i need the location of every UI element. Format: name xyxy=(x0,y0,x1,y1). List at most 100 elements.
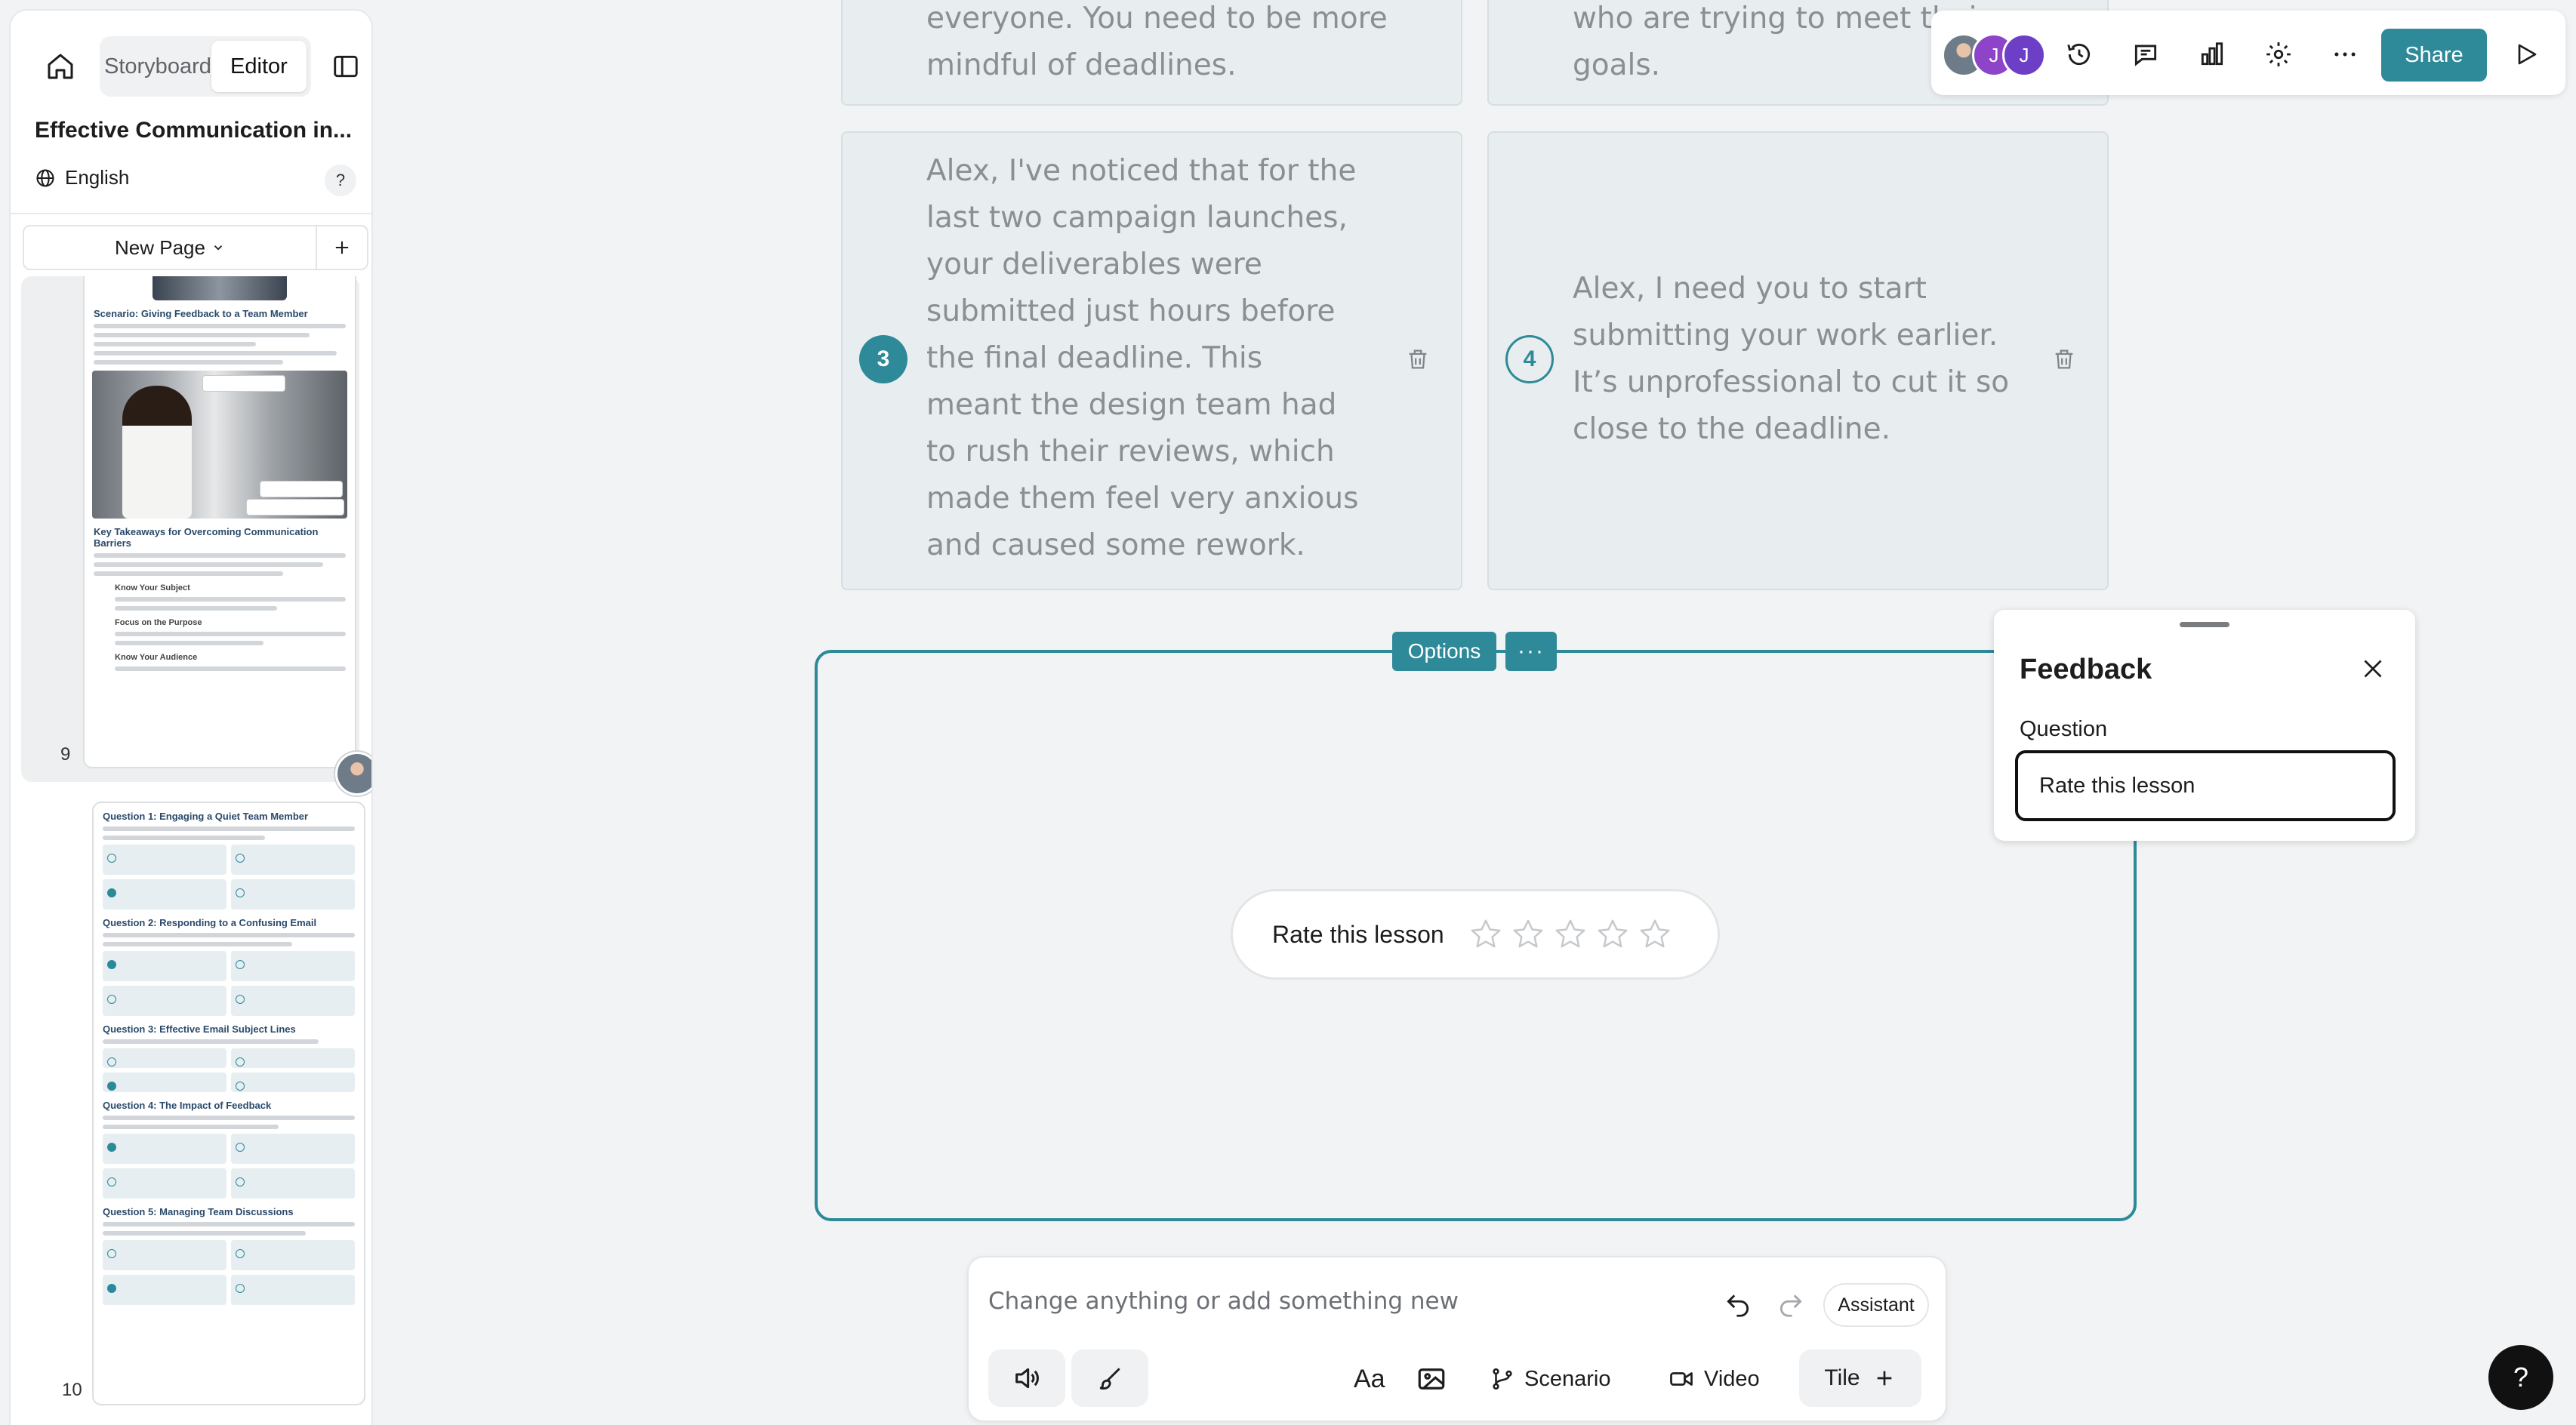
home-icon xyxy=(48,54,73,79)
left-sidebar: Storyboard Editor Effective Communicatio… xyxy=(11,11,371,1425)
language-selector[interactable]: English xyxy=(35,166,129,189)
delete-option-button[interactable] xyxy=(1401,343,1434,376)
page-number: 10 xyxy=(62,1380,82,1400)
history-icon xyxy=(2067,43,2091,66)
style-brush-button[interactable] xyxy=(1071,1350,1148,1407)
star-icon[interactable] xyxy=(1595,917,1630,952)
image-tool-button[interactable] xyxy=(1416,1356,1447,1402)
star-icon[interactable] xyxy=(1553,917,1588,952)
more-menu-button[interactable] xyxy=(2327,36,2363,72)
thumb-subheading: Know Your Subject xyxy=(115,583,190,592)
text-tool-button[interactable]: Aa xyxy=(1354,1356,1385,1402)
collaborator-avatar[interactable]: J xyxy=(2002,33,2046,77)
thumb-question: Question 3: Effective Email Subject Line… xyxy=(103,1023,296,1035)
share-button[interactable]: Share xyxy=(2381,29,2487,82)
sidebar-divider xyxy=(11,213,371,214)
block-more-button[interactable]: ··· xyxy=(1505,632,1557,671)
trash-icon xyxy=(1409,349,1427,369)
feedback-panel: Feedback Question xyxy=(1994,610,2415,841)
option-number-badge: 4 xyxy=(1505,335,1554,383)
scenario-tool-button[interactable]: Scenario xyxy=(1490,1356,1610,1402)
feedback-panel-title: Feedback xyxy=(2020,654,2152,685)
thumb-question: Question 2: Responding to a Confusing Em… xyxy=(103,917,317,928)
audio-button[interactable] xyxy=(988,1350,1065,1407)
trash-icon xyxy=(2055,349,2073,369)
close-icon xyxy=(2364,660,2382,678)
tab-storyboard[interactable]: Storyboard xyxy=(104,41,211,92)
new-page-controls: New Page xyxy=(23,225,368,270)
undo-icon xyxy=(1727,1294,1749,1317)
page-thumbnails: 9 Scenario: Giving Feedback to a Team Me… xyxy=(11,276,371,1425)
option-card-text[interactable]: Alex, I've noticed that for the last two… xyxy=(926,148,1364,569)
option-card-4[interactable]: 4 Alex, I need you to start submitting y… xyxy=(1487,131,2109,590)
add-page-button[interactable] xyxy=(317,226,367,269)
tile-tool-button[interactable]: Tile xyxy=(1799,1350,1921,1407)
thumb-heading: Scenario: Giving Feedback to a Team Memb… xyxy=(94,308,308,319)
delete-option-button[interactable] xyxy=(2048,343,2081,376)
language-label: English xyxy=(65,166,130,189)
header-image-thumb xyxy=(153,276,287,300)
sidebar-help-button[interactable]: ? xyxy=(325,165,356,196)
option-card-3[interactable]: 3 Alex, I've noticed that for the last t… xyxy=(841,131,1462,590)
page-preview: Question 1: Engaging a Quiet Team Member… xyxy=(92,802,365,1405)
tab-editor[interactable]: Editor xyxy=(211,41,307,92)
star-icon[interactable] xyxy=(1638,917,1672,952)
video-icon xyxy=(1670,1372,1693,1386)
history-button[interactable] xyxy=(2061,36,2097,72)
tile-label: Tile xyxy=(1824,1365,1860,1390)
toggle-sidebar-button[interactable] xyxy=(322,42,370,91)
speaker-icon xyxy=(1015,1368,1039,1389)
preview-play-button[interactable] xyxy=(2508,36,2544,72)
scenario-image-thumb xyxy=(92,371,347,519)
rating-label: Rate this lesson xyxy=(1272,920,1444,948)
thumb-question: Question 5: Managing Team Discussions xyxy=(103,1206,294,1217)
new-page-button[interactable]: New Page xyxy=(24,226,317,269)
comments-button[interactable] xyxy=(2128,36,2164,72)
plus-icon xyxy=(1877,1371,1891,1386)
close-panel-button[interactable] xyxy=(2355,651,2391,687)
composer-input[interactable] xyxy=(988,1274,1668,1328)
thumb-question: Question 4: The Impact of Feedback xyxy=(103,1100,272,1111)
branch-icon xyxy=(1493,1368,1512,1390)
question-field-label: Question xyxy=(2020,717,2108,741)
video-tool-button[interactable]: Video xyxy=(1668,1356,1760,1402)
chevron-down-icon xyxy=(214,245,223,251)
page-thumbnail-10[interactable]: 10 Question 1: Engaging a Quiet Team Mem… xyxy=(21,797,365,1416)
document-title[interactable]: Effective Communication in... xyxy=(35,118,359,143)
option-card-text[interactable]: everyone. You need to be more mindful of… xyxy=(926,0,1410,89)
sidebar-header: Storyboard Editor xyxy=(11,11,371,109)
settings-button[interactable] xyxy=(2260,36,2297,72)
redo-button[interactable] xyxy=(1770,1285,1811,1325)
plus-icon xyxy=(335,241,349,254)
assistant-button[interactable]: Assistant xyxy=(1823,1283,1929,1327)
help-button[interactable]: ? xyxy=(2488,1345,2553,1410)
thumb-subheading: Know Your Audience xyxy=(115,653,198,662)
rating-widget: Rate this lesson xyxy=(1231,889,1720,980)
undo-button[interactable] xyxy=(1718,1285,1758,1325)
comment-icon xyxy=(2134,45,2157,66)
redo-icon xyxy=(1779,1294,1802,1317)
option-number-badge: 3 xyxy=(859,335,907,383)
star-icon[interactable] xyxy=(1511,917,1545,952)
top-toolbar: J J Share xyxy=(1931,11,2565,95)
block-options-button[interactable]: Options xyxy=(1392,632,1496,671)
drag-handle[interactable] xyxy=(2180,622,2229,627)
star-icon[interactable] xyxy=(1468,917,1503,952)
ellipsis-icon xyxy=(2334,52,2356,57)
scenario-label: Scenario xyxy=(1524,1366,1611,1391)
option-card-1[interactable]: everyone. You need to be more mindful of… xyxy=(841,0,1462,106)
play-icon xyxy=(2518,44,2537,65)
page-thumbnail-9[interactable]: 9 Scenario: Giving Feedback to a Team Me… xyxy=(21,276,359,782)
thumb-question: Question 1: Engaging a Quiet Team Member xyxy=(103,811,309,822)
sidebar-panel-icon xyxy=(334,55,358,78)
page-number: 9 xyxy=(60,744,71,765)
video-label: Video xyxy=(1704,1366,1760,1391)
option-card-text[interactable]: Alex, I need you to start submitting you… xyxy=(1573,266,2026,453)
gear-icon xyxy=(2266,42,2291,66)
new-page-label: New Page xyxy=(115,235,205,259)
view-switcher: Storyboard Editor xyxy=(100,36,311,97)
analytics-button[interactable] xyxy=(2194,36,2230,72)
question-input[interactable] xyxy=(2015,750,2396,821)
home-button[interactable] xyxy=(32,42,89,91)
image-icon xyxy=(1418,1368,1445,1390)
